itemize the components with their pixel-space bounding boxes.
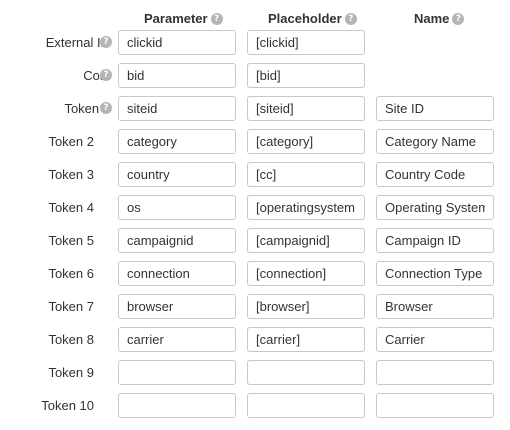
row-label: Token 7 xyxy=(48,299,94,314)
placeholder-input[interactable] xyxy=(247,261,365,286)
row-label: Token 2 xyxy=(48,134,94,149)
parameter-input[interactable] xyxy=(118,63,236,88)
parameter-input[interactable] xyxy=(118,327,236,352)
placeholder-input[interactable] xyxy=(247,327,365,352)
token-row: External ID? xyxy=(0,30,510,55)
token-row: Token 9 xyxy=(0,360,510,385)
placeholder-input[interactable] xyxy=(247,30,365,55)
token-row: Token 5 xyxy=(0,228,510,253)
parameter-input[interactable] xyxy=(118,294,236,319)
row-label: Token 5 xyxy=(48,233,94,248)
name-input[interactable] xyxy=(376,261,494,286)
name-input[interactable] xyxy=(376,393,494,418)
placeholder-input[interactable] xyxy=(247,96,365,121)
name-input[interactable] xyxy=(376,162,494,187)
row-label: Token 9 xyxy=(48,365,94,380)
row-label: Token 8 xyxy=(48,332,94,347)
parameter-input[interactable] xyxy=(118,30,236,55)
parameter-input[interactable] xyxy=(118,393,236,418)
name-input[interactable] xyxy=(376,96,494,121)
name-input[interactable] xyxy=(376,360,494,385)
help-icon[interactable]: ? xyxy=(344,12,357,25)
row-label: Token 6 xyxy=(48,266,94,281)
placeholder-input[interactable] xyxy=(247,228,365,253)
row-label: Token 10 xyxy=(41,398,94,413)
parameter-input[interactable] xyxy=(118,162,236,187)
header-placeholder-label: Placeholder xyxy=(268,11,342,26)
parameter-input[interactable] xyxy=(118,195,236,220)
header-parameter-label: Parameter xyxy=(144,11,208,26)
help-icon[interactable]: ? xyxy=(210,12,223,25)
placeholder-input[interactable] xyxy=(247,195,365,220)
token-row: Token 2 xyxy=(0,129,510,154)
help-icon[interactable]: ? xyxy=(100,102,112,114)
help-icon[interactable]: ? xyxy=(100,36,112,48)
placeholder-input[interactable] xyxy=(247,393,365,418)
placeholder-input[interactable] xyxy=(247,162,365,187)
header-name: Name ? xyxy=(414,11,465,26)
token-row: Token 6 xyxy=(0,261,510,286)
parameter-input[interactable] xyxy=(118,129,236,154)
help-icon[interactable]: ? xyxy=(100,69,112,81)
header-name-label: Name xyxy=(414,11,450,26)
row-label: Token 3 xyxy=(48,167,94,182)
parameter-input[interactable] xyxy=(118,360,236,385)
name-input[interactable] xyxy=(376,327,494,352)
placeholder-input[interactable] xyxy=(247,360,365,385)
header-parameter: Parameter ? xyxy=(144,11,223,26)
parameter-input[interactable] xyxy=(118,228,236,253)
token-row: Token 8 xyxy=(0,327,510,352)
parameter-input[interactable] xyxy=(118,261,236,286)
placeholder-input[interactable] xyxy=(247,129,365,154)
row-label: Token 4 xyxy=(48,200,94,215)
token-row: Token 1? xyxy=(0,96,510,121)
token-row: Cost? xyxy=(0,63,510,88)
name-input[interactable] xyxy=(376,129,494,154)
token-row: Token 3 xyxy=(0,162,510,187)
name-input[interactable] xyxy=(376,195,494,220)
placeholder-input[interactable] xyxy=(247,294,365,319)
token-row: Token 10 xyxy=(0,393,510,418)
parameter-input[interactable] xyxy=(118,96,236,121)
placeholder-input[interactable] xyxy=(247,63,365,88)
token-row: Token 7 xyxy=(0,294,510,319)
help-icon[interactable]: ? xyxy=(452,12,465,25)
token-row: Token 4 xyxy=(0,195,510,220)
header-placeholder: Placeholder ? xyxy=(268,11,357,26)
name-input[interactable] xyxy=(376,228,494,253)
name-input[interactable] xyxy=(376,294,494,319)
